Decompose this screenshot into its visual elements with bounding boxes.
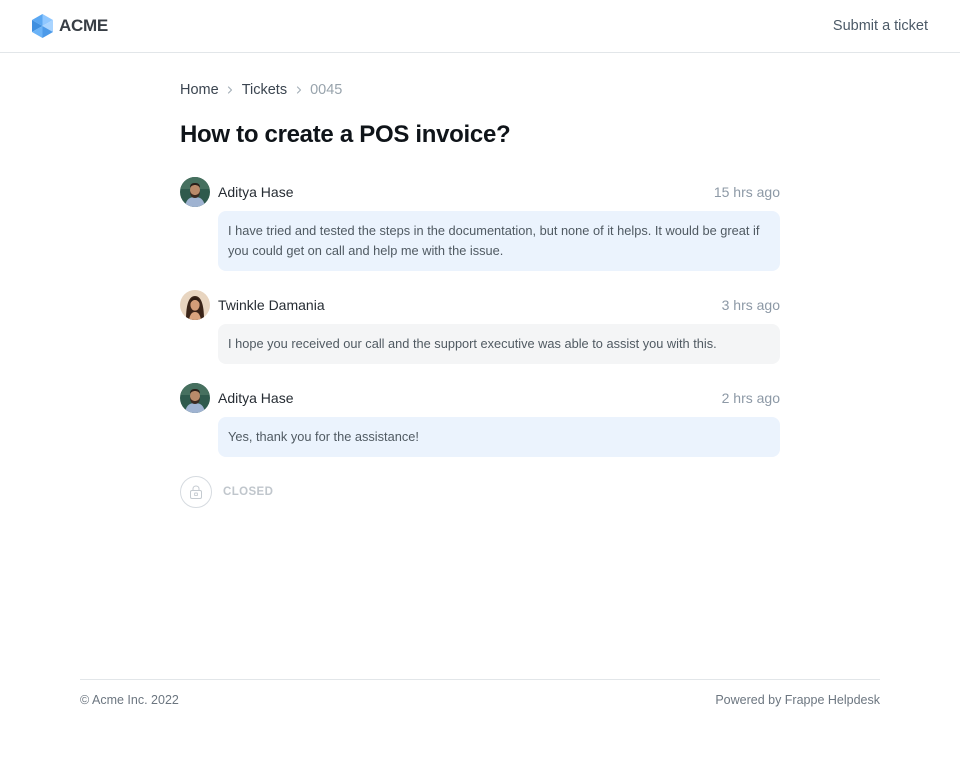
avatar (180, 177, 210, 207)
comment-time: 3 hrs ago (721, 297, 780, 313)
comment-body: Yes, thank you for the assistance! (218, 417, 780, 457)
comment-time: 15 hrs ago (713, 184, 780, 200)
comment-item: Aditya Hase 15 hrs ago I have tried and … (180, 177, 780, 271)
chevron-right-icon (287, 86, 310, 94)
comment-author: Aditya Hase (218, 184, 294, 200)
comment-header: Twinkle Damania 3 hrs ago (180, 290, 780, 320)
comment-item: Twinkle Damania 3 hrs ago I hope you rec… (180, 290, 780, 364)
comment-body: I hope you received our call and the sup… (218, 324, 780, 364)
acme-logo-icon (32, 14, 53, 38)
comment-thread: Aditya Hase 15 hrs ago I have tried and … (180, 177, 780, 457)
comment-author: Twinkle Damania (218, 297, 325, 313)
ticket-title: How to create a POS invoice? (180, 121, 511, 148)
avatar (180, 290, 210, 320)
chevron-right-icon (219, 86, 242, 94)
comment-author: Aditya Hase (218, 390, 294, 406)
ticket-status: CLOSED (180, 476, 780, 508)
status-badge: CLOSED (223, 486, 274, 498)
copyright-text: © Acme Inc. 2022 (80, 693, 179, 707)
avatar (180, 383, 210, 413)
powered-by-link[interactable]: Powered by Frappe Helpdesk (715, 693, 880, 707)
breadcrumb-ticket-id: 0045 (310, 82, 343, 98)
comment-item: Aditya Hase 2 hrs ago Yes, thank you for… (180, 383, 780, 457)
lock-icon (180, 476, 212, 508)
top-navbar: ACME Submit a ticket (0, 0, 960, 53)
brand-home-link[interactable]: ACME (32, 14, 108, 38)
submit-ticket-link[interactable]: Submit a ticket (833, 18, 928, 34)
comment-body: I have tried and tested the steps in the… (218, 211, 780, 271)
ticket-content: Home Tickets 0045 How to create a POS in… (180, 78, 780, 508)
breadcrumb-home[interactable]: Home (180, 82, 219, 98)
breadcrumb: Home Tickets 0045 (180, 78, 780, 102)
breadcrumb-tickets[interactable]: Tickets (242, 82, 287, 98)
comment-time: 2 hrs ago (721, 390, 780, 406)
brand-name: ACME (59, 16, 108, 35)
comment-header: Aditya Hase 2 hrs ago (180, 383, 780, 413)
page-footer: © Acme Inc. 2022 Powered by Frappe Helpd… (80, 679, 880, 707)
comment-header: Aditya Hase 15 hrs ago (180, 177, 780, 207)
